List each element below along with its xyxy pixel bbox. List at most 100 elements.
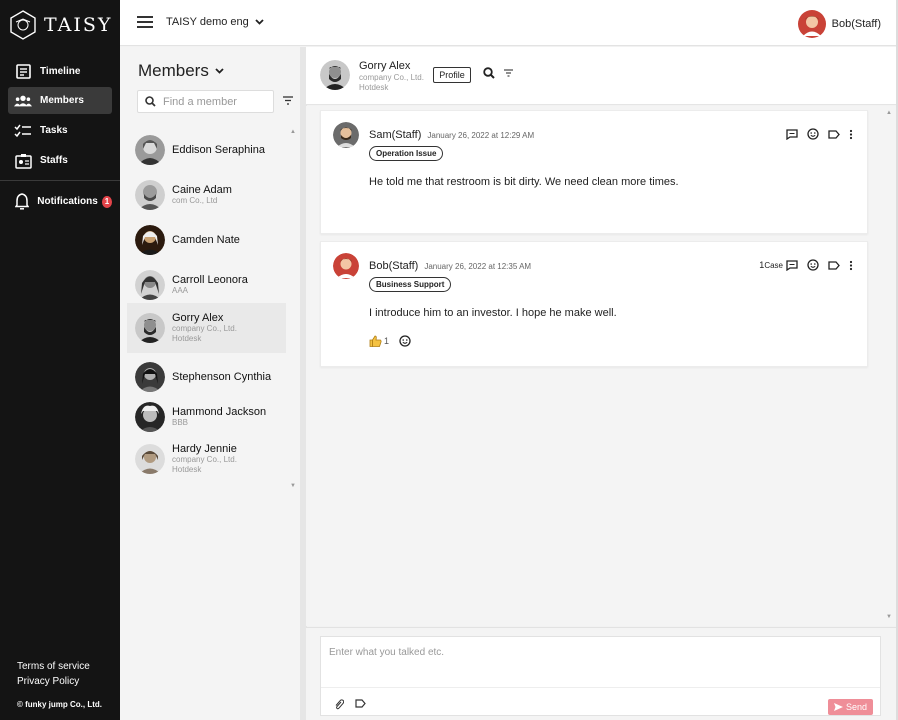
member-item-camden-nate[interactable]: Camden Nate <box>127 215 286 265</box>
post-tag[interactable]: Operation Issue <box>369 146 444 161</box>
filter-icon[interactable] <box>504 69 513 77</box>
comment-icon[interactable] <box>786 128 798 140</box>
chevron-down-icon <box>255 19 264 25</box>
thread-member-name: Gorry Alex <box>359 60 411 72</box>
post-author: Bob(Staff) January 26, 2022 at 12:35 AM <box>369 260 531 272</box>
thread-member-plan: Hotdesk <box>359 83 389 92</box>
members-icon <box>14 92 32 110</box>
avatar <box>797 10 826 38</box>
member-name: Stephenson Cynthia <box>172 371 272 383</box>
members-title-text: Members <box>138 61 209 80</box>
member-search-box <box>137 90 274 113</box>
thread-scrollbar[interactable]: ▲ ▼ <box>882 106 896 626</box>
member-item-hardy-jennie[interactable]: Hardy Jennie company Co., Ltd. Hotdesk <box>127 434 286 484</box>
profile-button[interactable]: Profile <box>433 67 471 83</box>
sidebar-divider <box>0 180 120 181</box>
terms-link[interactable]: Terms of service <box>17 661 90 672</box>
bell-icon <box>14 193 29 211</box>
sidebar-item-members[interactable]: Members <box>8 87 112 114</box>
scroll-up-arrow-icon[interactable]: ▲ <box>290 129 296 135</box>
tag-icon[interactable] <box>355 699 366 708</box>
thumbs-up-reaction[interactable]: 1 <box>369 335 389 347</box>
post-actions <box>786 128 853 140</box>
post-author-name: Bob(Staff) <box>369 260 419 272</box>
tag-icon[interactable] <box>828 129 840 139</box>
avatar <box>135 225 165 255</box>
member-name: Gorry Alex <box>172 312 224 324</box>
more-vertical-icon[interactable] <box>849 260 853 271</box>
filter-icon[interactable] <box>283 96 293 105</box>
taisy-logo-icon <box>10 10 36 40</box>
member-name: Hammond Jackson <box>172 406 267 418</box>
avatar <box>135 135 165 165</box>
composer: Send <box>320 636 881 716</box>
reaction-count: 1 <box>384 336 390 346</box>
member-company: company Co., Ltd. <box>172 455 237 464</box>
members-panel: Members Eddison Seraphina Caine Adamcom … <box>120 47 307 720</box>
tag-icon[interactable] <box>828 260 840 270</box>
post-tag[interactable]: Business Support <box>369 277 452 292</box>
thumbs-up-icon <box>369 335 382 347</box>
workspace-selector[interactable]: TAISY demo eng <box>166 16 264 28</box>
timeline-icon <box>14 63 32 81</box>
top-bar: TAISY demo eng Bob(Staff) <box>120 0 898 46</box>
user-name: Bob(Staff) <box>831 18 881 30</box>
post-card: Bob(Staff) January 26, 2022 at 12:35 AM B… <box>320 241 868 367</box>
sidebar-item-label: Staffs <box>40 155 68 166</box>
member-name: Hardy Jennie <box>172 443 237 455</box>
notification-count-badge: 1 <box>101 195 112 208</box>
menu-icon[interactable] <box>137 16 153 29</box>
privacy-link[interactable]: Privacy Policy <box>17 676 79 687</box>
avatar <box>135 362 165 392</box>
sidebar-item-tasks[interactable]: Tasks <box>8 117 112 144</box>
scroll-down-arrow-icon[interactable]: ▼ <box>290 483 296 489</box>
case-count[interactable]: 1Case <box>759 260 783 270</box>
emoji-icon[interactable] <box>807 128 819 140</box>
member-name: Carroll Leonora <box>172 274 248 286</box>
avatar <box>135 180 165 210</box>
member-name: Camden Nate <box>172 234 240 246</box>
composer-divider <box>321 687 880 688</box>
member-item-eddison-seraphina[interactable]: Eddison Seraphina <box>127 125 286 175</box>
sidebar-item-staffs[interactable]: Staffs <box>8 147 112 174</box>
member-item-gorry-alex[interactable]: Gorry Alex company Co., Ltd. Hotdesk <box>127 303 286 353</box>
members-title[interactable]: Members <box>138 61 224 81</box>
member-plan: Hotdesk <box>172 465 202 474</box>
composer-area: Send <box>306 627 896 720</box>
member-company: company Co., Ltd. <box>172 324 237 333</box>
more-vertical-icon[interactable] <box>849 129 853 140</box>
send-icon <box>833 703 843 711</box>
emoji-icon[interactable] <box>807 259 819 271</box>
avatar <box>135 402 165 432</box>
sidebar-item-timeline[interactable]: Timeline <box>8 58 112 85</box>
paperclip-icon[interactable] <box>334 699 344 710</box>
sidebar-item-label: Members <box>40 95 84 106</box>
member-plan: Hotdesk <box>172 334 202 343</box>
avatar <box>333 253 359 279</box>
send-label: Send <box>845 702 868 712</box>
message-input[interactable] <box>329 647 869 687</box>
member-search-input[interactable] <box>163 95 263 108</box>
sidebar: TAISY Timeline Members Tasks Staffs Noti… <box>0 0 120 720</box>
search-icon <box>145 96 156 107</box>
logo[interactable]: TAISY <box>8 10 112 40</box>
comment-icon[interactable] <box>786 259 798 271</box>
post-author: Sam(Staff) January 26, 2022 at 12:29 AM <box>369 129 534 141</box>
scroll-down-arrow-icon[interactable]: ▼ <box>886 614 892 620</box>
avatar <box>333 122 359 148</box>
member-company: com Co., Ltd <box>172 196 218 205</box>
post-actions: 1Case <box>759 259 853 271</box>
sidebar-item-notifications[interactable]: Notifications 1 <box>8 188 112 215</box>
member-item-caine-adam[interactable]: Caine Adam com Co., Ltd <box>127 170 286 220</box>
avatar <box>320 60 350 90</box>
user-menu[interactable]: Bob(Staff) <box>797 10 881 38</box>
post-card: Sam(Staff) January 26, 2022 at 12:29 AM O… <box>320 110 868 234</box>
post-timestamp: January 26, 2022 at 12:35 AM <box>424 262 532 271</box>
staffs-icon <box>14 152 32 170</box>
add-emoji-icon[interactable] <box>399 335 411 347</box>
send-button[interactable]: Send <box>828 699 873 715</box>
sidebar-item-label: Tasks <box>40 125 68 136</box>
search-icon[interactable] <box>483 67 495 79</box>
scroll-up-arrow-icon[interactable]: ▲ <box>886 110 892 116</box>
thread-member-company: company Co., Ltd. <box>359 73 424 82</box>
